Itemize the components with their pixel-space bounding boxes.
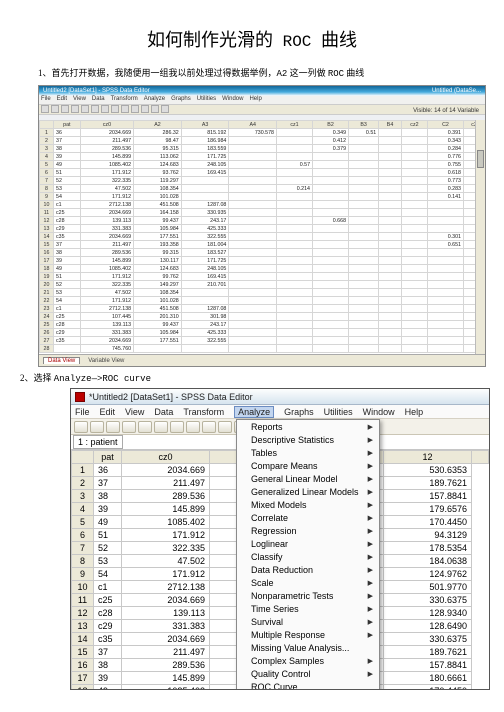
menu-file[interactable]: File [41,96,51,104]
app-icon [75,392,85,402]
menu-help[interactable]: Help [249,96,261,104]
submenu-arrow-icon: ▶ [368,475,373,483]
menu-graphs[interactable]: Graphs [284,407,314,417]
menu-item-generalized-linear-models[interactable]: Generalized Linear Models▶ [237,485,379,498]
menu-view[interactable]: View [125,407,144,417]
menubar[interactable]: File Edit View Data Transform Analyze Graphs Ut… [71,405,489,419]
submenu-arrow-icon: ▶ [368,488,373,496]
submenu-arrow-icon: ▶ [368,462,373,470]
submenu-arrow-icon: ▶ [368,527,373,535]
menu-help[interactable]: Help [405,407,424,417]
menu-data[interactable]: Data [154,407,173,417]
menu-item-correlate[interactable]: Correlate▶ [237,511,379,524]
menu-item-survival[interactable]: Survival▶ [237,615,379,628]
menu-window[interactable]: Window [222,96,243,104]
submenu-arrow-icon: ▶ [368,566,373,574]
submenu-arrow-icon: ▶ [368,579,373,587]
menu-item-reports[interactable]: Reports▶ [237,420,379,433]
view-tabs[interactable]: Data View Variable View [39,354,485,366]
menu-item-nonparametric-tests[interactable]: Nonparametric Tests▶ [237,589,379,602]
submenu-arrow-icon: ▶ [368,592,373,600]
submenu-arrow-icon: ▶ [368,618,373,626]
vertical-scrollbar[interactable] [475,120,485,354]
menu-item-loglinear[interactable]: Loglinear▶ [237,537,379,550]
menu-item-mixed-models[interactable]: Mixed Models▶ [237,498,379,511]
menu-transform[interactable]: Transform [111,96,138,104]
submenu-arrow-icon: ▶ [368,540,373,548]
menubar[interactable]: File Edit View Data Transform Analyze Graphs Ut… [39,96,485,105]
menu-item-scale[interactable]: Scale▶ [237,576,379,589]
menu-item-descriptive-statistics[interactable]: Descriptive Statistics▶ [237,433,379,446]
tab-variable-view[interactable]: Variable View [84,358,128,364]
step-1-text: 1、首先打开数据，我随便用一组我以前处理过得数据举例，A2 这一列做 ROC 曲… [38,66,484,79]
menu-edit[interactable]: Edit [57,96,67,104]
menu-graphs[interactable]: Graphs [171,96,191,104]
menu-file[interactable]: File [75,407,90,417]
menu-item-regression[interactable]: Regression▶ [237,524,379,537]
menu-item-data-reduction[interactable]: Data Reduction▶ [237,563,379,576]
menu-utilities[interactable]: Utilities [324,407,353,417]
submenu-arrow-icon: ▶ [368,436,373,444]
menu-item-roc-curve-[interactable]: ROC Curve... [237,680,379,690]
submenu-arrow-icon: ▶ [368,514,373,522]
submenu-arrow-icon: ▶ [368,605,373,613]
analyze-menu-dropdown[interactable]: Reports▶Descriptive Statistics▶Tables▶Co… [236,419,380,690]
menu-item-general-linear-model[interactable]: General Linear Model▶ [237,472,379,485]
visible-vars-label: Visible: 14 of 14 Variable [413,108,479,114]
menu-analyze[interactable]: Analyze [144,96,165,104]
menu-item-complex-samples[interactable]: Complex Samples▶ [237,654,379,667]
submenu-arrow-icon: ▶ [368,501,373,509]
tab-data-view[interactable]: Data View [43,357,80,364]
menu-data[interactable]: Data [92,96,105,104]
menu-item-quality-control[interactable]: Quality Control▶ [237,667,379,680]
menu-window[interactable]: Window [363,407,395,417]
menu-transform[interactable]: Transform [183,407,224,417]
submenu-arrow-icon: ▶ [368,631,373,639]
screenshot-1-spss-grid: Untitled2 [DataSet1] - SPSS Data Editor … [38,85,486,367]
menu-item-multiple-response[interactable]: Multiple Response▶ [237,628,379,641]
menu-item-tables[interactable]: Tables▶ [237,446,379,459]
submenu-arrow-icon: ▶ [368,670,373,678]
menu-item-time-series[interactable]: Time Series▶ [237,602,379,615]
data-grid[interactable]: patcz0A2A3A4cz1B2B3B4cz2C2c31362034.6692… [39,120,485,354]
page-title: 如何制作光滑的 ROC 曲线 [20,26,484,52]
submenu-arrow-icon: ▶ [368,423,373,431]
menu-item-classify[interactable]: Classify▶ [237,550,379,563]
menu-utilities[interactable]: Utilities [197,96,216,104]
submenu-arrow-icon: ▶ [368,553,373,561]
menu-item-compare-means[interactable]: Compare Means▶ [237,459,379,472]
screenshot-2-spss-menu: *Untitled2 [DataSet1] - SPSS Data Editor… [70,388,490,690]
menu-analyze[interactable]: Analyze [234,406,274,418]
menu-view[interactable]: View [73,96,86,104]
menu-item-missing-value-analysis-[interactable]: Missing Value Analysis... [237,641,379,654]
window-titlebar: Untitled2 [DataSet1] - SPSS Data Editor … [39,86,485,96]
window-titlebar: *Untitled2 [DataSet1] - SPSS Data Editor [71,389,489,405]
submenu-arrow-icon: ▶ [368,449,373,457]
submenu-arrow-icon: ▶ [368,657,373,665]
step-2-text: 2、选择 Analyze—>ROC curve [20,371,484,384]
menu-edit[interactable]: Edit [100,407,116,417]
